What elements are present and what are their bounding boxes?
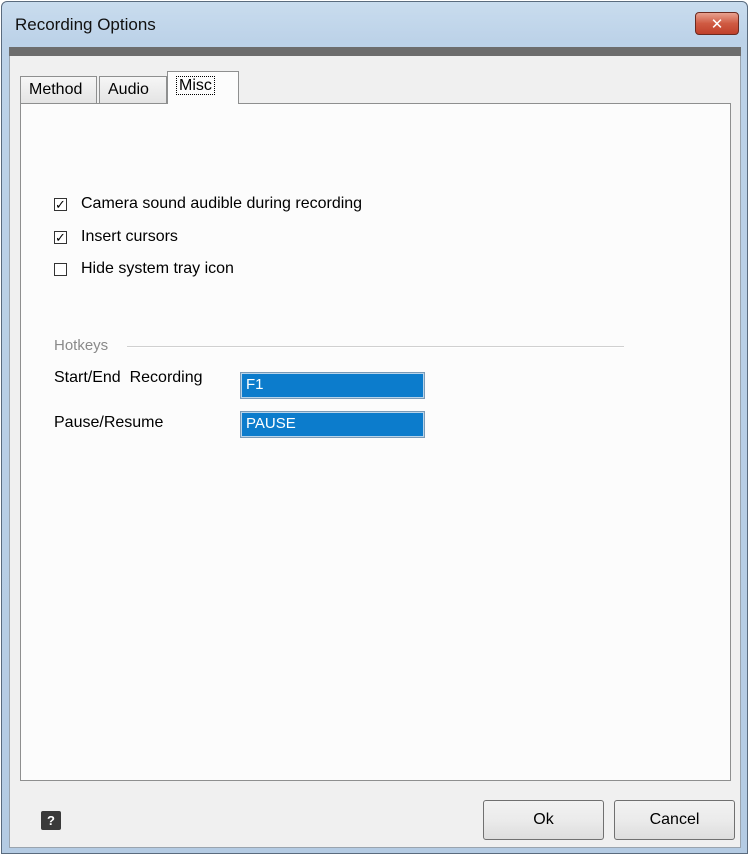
check-icon: ✓ — [55, 196, 66, 212]
dialog-client-area: Method Audio Misc ✓ Camera sound audible… — [9, 56, 741, 848]
camera-sound-label: Camera sound audible during recording — [81, 195, 363, 212]
pause-resume-hotkey-field[interactable]: PAUSE — [240, 411, 425, 438]
tab-misc-label: Misc — [176, 76, 215, 95]
help-button[interactable]: ? — [41, 811, 61, 830]
close-button[interactable]: ✕ — [695, 12, 739, 35]
title-separator — [9, 47, 741, 56]
start-end-recording-label: Start/End Recording — [54, 369, 203, 386]
window-title: Recording Options — [15, 15, 156, 34]
recording-options-dialog: Recording Options ✕ Method Audio Misc ✓ … — [1, 1, 748, 854]
camera-sound-checkbox[interactable]: ✓ — [54, 196, 67, 212]
insert-cursors-label: Insert cursors — [81, 228, 178, 245]
option-camera-sound[interactable]: ✓ Camera sound audible during recording — [54, 195, 362, 213]
tab-audio-label: Audio — [108, 81, 149, 98]
cancel-button[interactable]: Cancel — [614, 800, 735, 840]
hide-tray-icon-checkbox[interactable] — [54, 262, 67, 276]
close-icon: ✕ — [710, 15, 724, 33]
tab-misc[interactable]: Misc — [167, 71, 239, 104]
hotkeys-divider — [127, 346, 624, 348]
check-icon: ✓ — [55, 229, 66, 245]
tab-method[interactable]: Method — [20, 76, 97, 103]
insert-cursors-checkbox[interactable]: ✓ — [54, 229, 67, 245]
ok-button[interactable]: Ok — [483, 800, 604, 840]
pause-resume-label: Pause/Resume — [54, 414, 164, 431]
title-bar[interactable]: Recording Options ✕ — [2, 2, 747, 48]
tab-method-label: Method — [29, 81, 83, 98]
option-insert-cursors[interactable]: ✓ Insert cursors — [54, 228, 178, 246]
misc-tab-panel: ✓ Camera sound audible during recording … — [20, 103, 731, 781]
hotkeys-group-label: Hotkeys — [54, 337, 109, 354]
hide-tray-icon-label: Hide system tray icon — [81, 260, 234, 277]
tab-audio[interactable]: Audio — [99, 76, 167, 103]
start-end-hotkey-field[interactable]: F1 — [240, 372, 425, 399]
help-icon: ? — [47, 813, 55, 828]
option-hide-tray-icon[interactable]: Hide system tray icon — [54, 260, 234, 278]
